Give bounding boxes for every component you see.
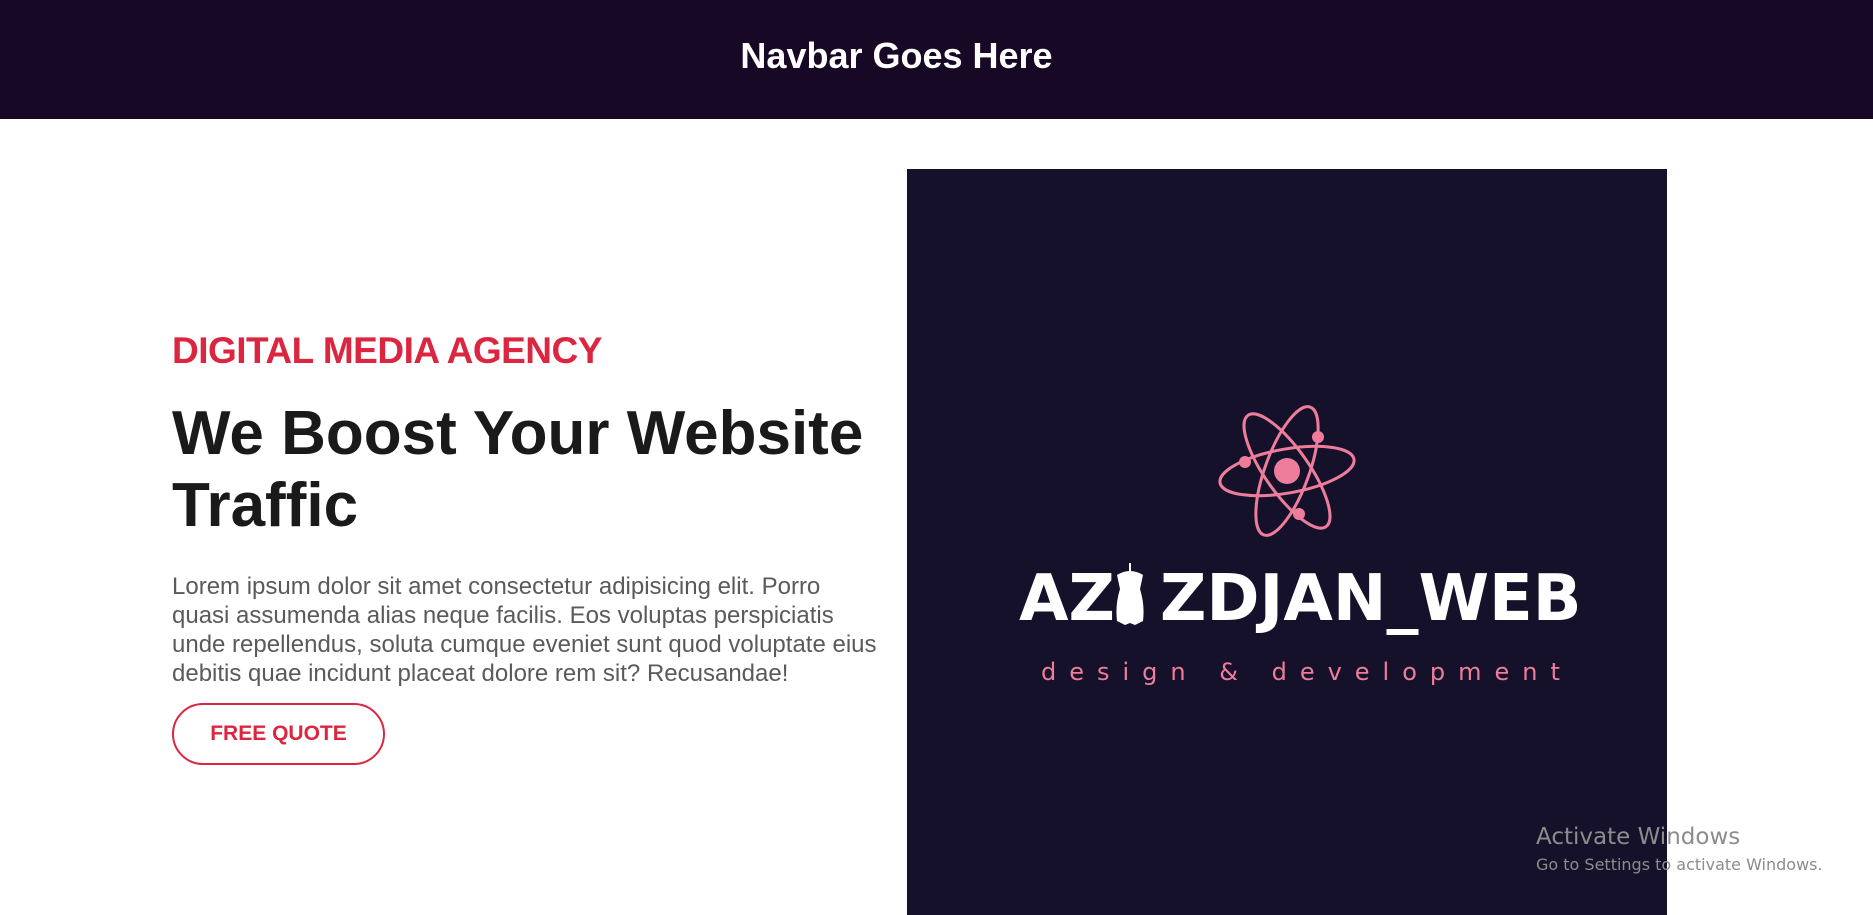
free-quote-button[interactable]: FREE QUOTE xyxy=(172,703,385,765)
atom-icon xyxy=(1218,405,1356,537)
navbar: Navbar Goes Here xyxy=(0,0,1873,119)
watermark-subtitle: Go to Settings to activate Windows. xyxy=(1536,855,1823,874)
windows-activation-watermark: Activate Windows Go to Settings to activ… xyxy=(1536,822,1823,876)
brand-wordmark: AZ ZDJAN_WEB xyxy=(1019,562,1582,636)
logo-panel: AZ ZDJAN_WEB design & development xyxy=(907,169,1667,915)
navbar-title: Navbar Goes Here xyxy=(740,34,1053,76)
hero-text: DIGITAL MEDIA AGENCY We Boost Your Websi… xyxy=(172,330,892,688)
hero-headline: We Boost Your Website Traffic xyxy=(172,399,864,540)
dress-form-icon xyxy=(1116,563,1144,625)
svg-text:ZDJAN_WEB: ZDJAN_WEB xyxy=(1160,562,1582,636)
brand-logo: AZ ZDJAN_WEB design & development xyxy=(1019,405,1582,686)
hero-eyebrow: DIGITAL MEDIA AGENCY xyxy=(172,330,602,371)
hero-body: Lorem ipsum dolor sit amet consectetur a… xyxy=(172,573,877,687)
brand-tagline: design & development xyxy=(1041,658,1573,686)
watermark-title: Activate Windows xyxy=(1536,824,1741,850)
svg-text:AZ: AZ xyxy=(1019,562,1115,636)
